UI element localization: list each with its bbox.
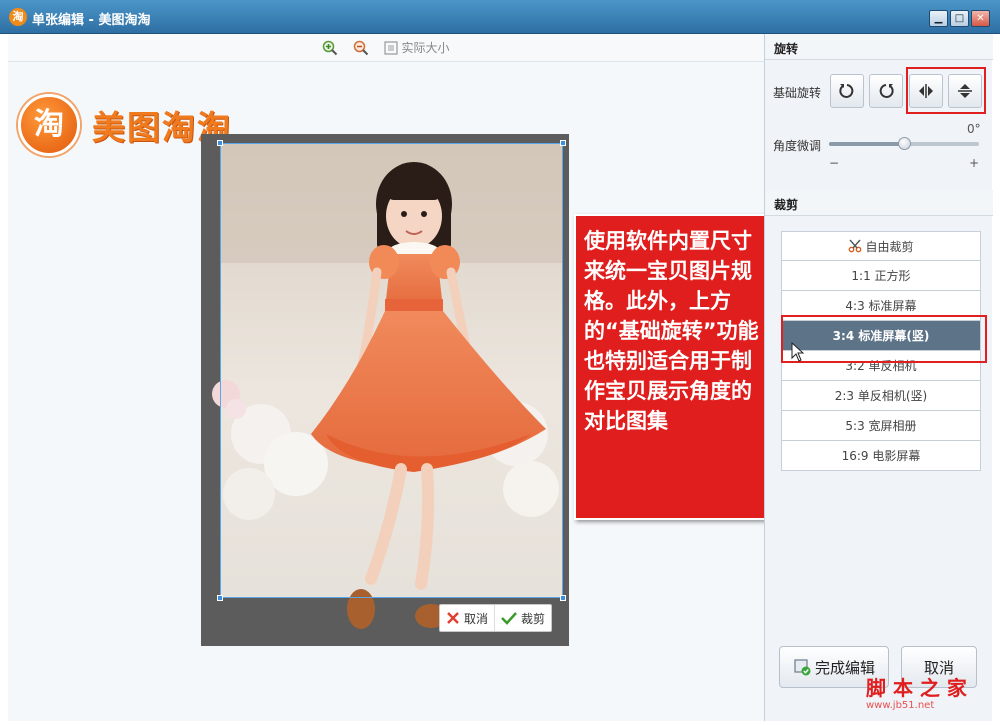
annotation-text: 使用软件内置尺寸来统一宝贝图片规格。此外，上方的“基础旋转”功能也特别适合用于制… xyxy=(584,229,759,433)
brand-logo-icon: 淘 xyxy=(18,94,80,156)
crop-preset-free[interactable]: 自由裁剪 xyxy=(781,231,981,261)
basic-rotate-label: 基础旋转 xyxy=(773,86,822,100)
title-bar: 淘 单张编辑 - 美图淘淘 ▁ □ ✕ xyxy=(0,0,1000,34)
app-logo-icon: 淘 xyxy=(9,8,27,26)
angle-plus-label: + xyxy=(969,156,980,170)
zoom-in-icon xyxy=(323,40,338,55)
angle-minus-label: − xyxy=(829,156,840,170)
annotation-callout: 使用软件内置尺寸来统一宝贝图片规格。此外，上方的“基础旋转”功能也特别适合用于制… xyxy=(574,214,780,520)
watermark-url: www.jb51.net xyxy=(866,700,935,711)
crop-cancel-button[interactable]: 取消 xyxy=(440,605,494,631)
actual-size-button[interactable]: 实际大小 xyxy=(384,39,450,56)
actual-size-icon xyxy=(384,40,399,55)
angle-adjust-label: 角度微调 xyxy=(773,139,822,153)
rotate-cw-icon xyxy=(879,84,894,98)
zoom-out-icon xyxy=(354,40,369,55)
mouse-cursor-icon xyxy=(791,342,805,362)
canvas-area: 实际大小 淘 美图淘淘 取消 裁剪 使用软件内置尺寸来统一宝贝图片规格。此外，上… xyxy=(8,34,780,721)
cancel-x-icon xyxy=(447,612,459,624)
crop-selection[interactable] xyxy=(217,140,566,601)
maximize-button[interactable]: □ xyxy=(950,10,969,27)
crop-preset-label: 16:9 电影屏幕 xyxy=(841,449,921,463)
crop-preset-label: 自由裁剪 xyxy=(865,239,914,254)
settings-panel: 旋转 基础旋转 0° 角度微调 − + 裁剪 自由裁剪 1:1 正方形 4:3 … xyxy=(764,34,993,721)
crop-preset-label: 1:1 正方形 xyxy=(851,269,911,283)
crop-action-bar: 取消 裁剪 xyxy=(439,604,553,632)
rotate-section-title: 旋转 xyxy=(765,34,993,60)
crop-handle-top-right[interactable] xyxy=(560,140,566,146)
crop-confirm-button[interactable]: 裁剪 xyxy=(494,605,551,631)
highlight-box-preset xyxy=(781,315,987,363)
crop-preset-16-9[interactable]: 16:9 电影屏幕 xyxy=(781,441,981,471)
crop-preset-1-1[interactable]: 1:1 正方形 xyxy=(781,261,981,291)
close-button[interactable]: ✕ xyxy=(971,10,990,27)
check-icon xyxy=(501,612,517,625)
photo-frame: 取消 裁剪 xyxy=(201,134,569,646)
crop-handle-bottom-left[interactable] xyxy=(217,595,223,601)
highlight-box-flip xyxy=(906,67,986,114)
window-controls: ▁ □ ✕ xyxy=(927,10,990,27)
rotate-right-button[interactable] xyxy=(869,74,903,108)
zoom-in-button[interactable] xyxy=(322,40,341,56)
scissors-icon xyxy=(849,239,862,253)
crop-section-title: 裁剪 xyxy=(765,190,993,216)
rotate-left-button[interactable] xyxy=(830,74,864,108)
crop-handle-bottom-right[interactable] xyxy=(560,595,566,601)
minimize-button[interactable]: ▁ xyxy=(929,10,948,27)
crop-preset-label: 4:3 标准屏幕 xyxy=(845,299,917,313)
brand-logo: 淘 美图淘淘 xyxy=(18,94,232,156)
angle-slider[interactable] xyxy=(829,137,979,150)
angle-value: 0° xyxy=(967,122,981,136)
finish-edit-icon xyxy=(794,659,811,676)
zoom-out-button[interactable] xyxy=(353,40,372,56)
angle-slider-thumb[interactable] xyxy=(898,137,911,150)
crop-preset-label: 2:3 单反相机(竖) xyxy=(834,389,928,403)
crop-preset-label: 5:3 宽屏相册 xyxy=(845,419,917,433)
crop-preset-5-3[interactable]: 5:3 宽屏相册 xyxy=(781,411,981,441)
actual-size-label: 实际大小 xyxy=(401,41,450,55)
crop-preset-2-3[interactable]: 2:3 单反相机(竖) xyxy=(781,381,981,411)
rotate-ccw-icon xyxy=(839,84,854,98)
crop-handle-top-left[interactable] xyxy=(217,140,223,146)
window-title: 单张编辑 - 美图淘淘 xyxy=(32,13,151,28)
zoom-toolbar: 实际大小 xyxy=(8,34,764,62)
crop-confirm-label: 裁剪 xyxy=(521,611,546,626)
watermark-text: 脚 本 之 家 xyxy=(866,676,967,700)
crop-cancel-label: 取消 xyxy=(464,611,489,626)
angle-slider-fill xyxy=(829,142,904,146)
